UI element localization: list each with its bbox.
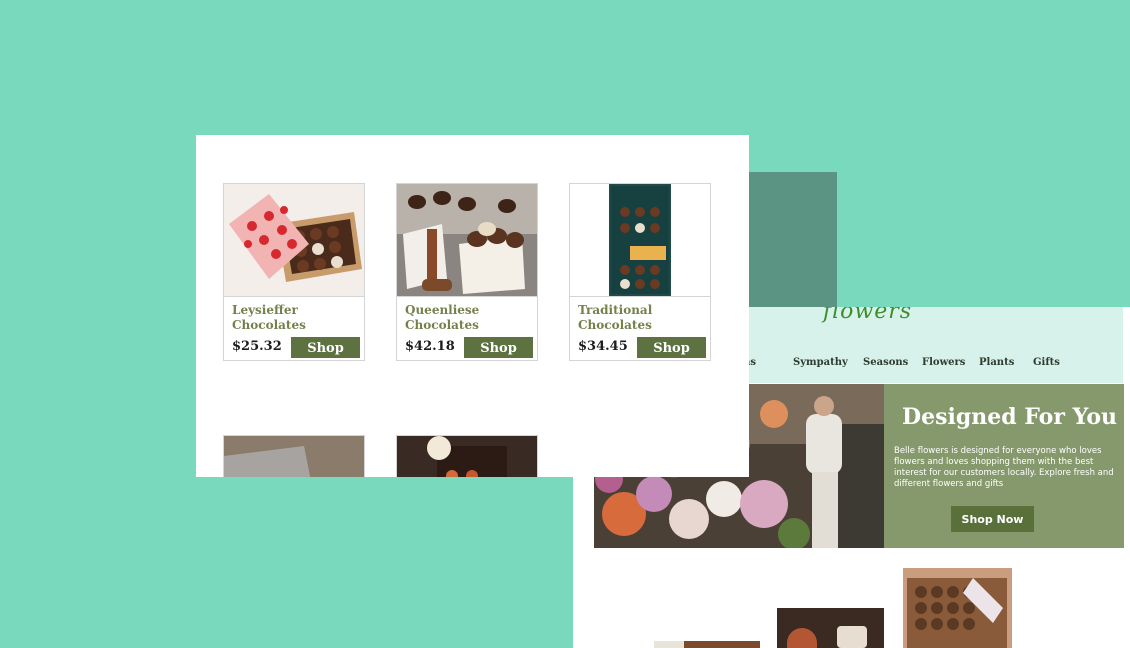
shop-now-button[interactable]: Shop Now: [951, 506, 1034, 532]
product-card: Traditional Chocolates $34.45 Shop: [569, 183, 711, 361]
nav-item-seasons[interactable]: Seasons: [863, 357, 908, 368]
product-card[interactable]: [223, 435, 365, 477]
product-name: Queenliese Chocolates: [405, 303, 480, 332]
product-thumbnail[interactable]: [654, 641, 760, 648]
product-card: Queenliese Chocolates $42.18 Shop: [396, 183, 538, 361]
hero-panel: Designed For You Belle flowers is design…: [884, 384, 1124, 548]
shop-button[interactable]: Shop: [637, 337, 706, 358]
hero-description: Belle flowers is designed for everyone w…: [894, 446, 1114, 489]
product-name: Leysieffer Chocolates: [232, 303, 306, 332]
product-image[interactable]: [570, 184, 710, 297]
hero-title: Designed For You: [902, 404, 1118, 430]
product-price: $34.45: [578, 339, 628, 354]
product-thumbnail[interactable]: [777, 608, 884, 648]
card-shadow: [749, 172, 837, 307]
shop-button[interactable]: Shop: [291, 337, 360, 358]
product-card: Leysieffer Chocolates $25.32 Shop: [223, 183, 365, 361]
product-card-panel: Leysieffer Chocolates $25.32 Shop Queenl…: [196, 135, 749, 477]
nav-item-flowers[interactable]: Flowers: [922, 357, 965, 368]
nav-item-sympathy[interactable]: Sympathy: [793, 357, 848, 368]
product-thumbnail[interactable]: [903, 568, 1012, 648]
product-image[interactable]: [224, 184, 364, 297]
product-name: Traditional Chocolates: [578, 303, 653, 332]
product-image[interactable]: [397, 184, 537, 297]
nav-item-plants[interactable]: Plants: [979, 357, 1014, 368]
product-price: $25.32: [232, 339, 282, 354]
site-logo: flowers: [823, 307, 913, 324]
product-price: $42.18: [405, 339, 455, 354]
product-card[interactable]: [396, 435, 538, 477]
shop-button[interactable]: Shop: [464, 337, 533, 358]
nav-item-gifts[interactable]: Gifts: [1033, 357, 1060, 368]
